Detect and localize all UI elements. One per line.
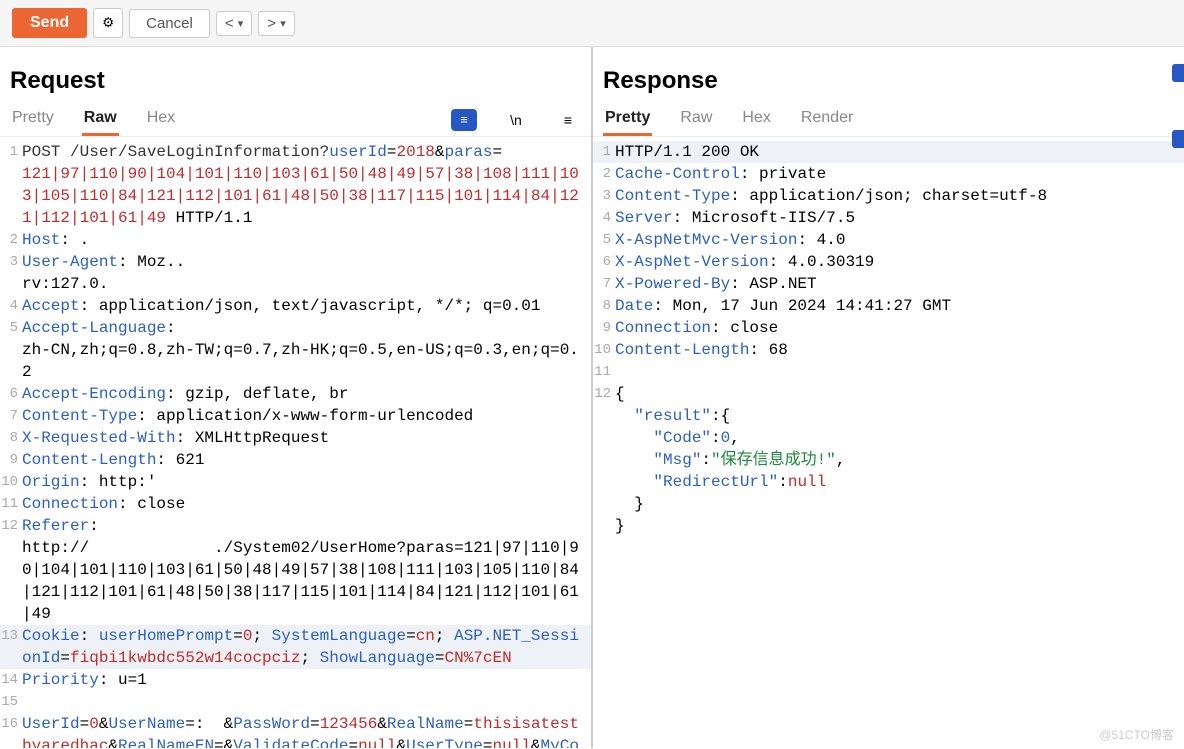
request-tabs: Pretty Raw Hex ≡ \n ≡: [0, 103, 591, 137]
menu-button[interactable]: ≡: [555, 107, 581, 133]
prev-button[interactable]: < ▾: [216, 11, 252, 36]
next-button[interactable]: > ▾: [258, 11, 294, 36]
tab-hex[interactable]: Hex: [145, 103, 177, 136]
tab-resp-hex[interactable]: Hex: [740, 103, 772, 136]
wrap-icon: ≡: [451, 109, 477, 131]
response-tabs: Pretty Raw Hex Render: [593, 103, 1184, 137]
request-code[interactable]: 1POST /User/SaveLoginInformation?userId=…: [0, 137, 591, 748]
settings-button[interactable]: ⚙: [93, 8, 123, 38]
send-button[interactable]: Send: [12, 8, 87, 38]
request-title: Request: [0, 47, 591, 103]
newline-toggle[interactable]: \n: [503, 107, 529, 133]
response-title: Response: [593, 47, 1184, 103]
tab-resp-render[interactable]: Render: [799, 103, 855, 136]
tab-resp-pretty[interactable]: Pretty: [603, 103, 652, 136]
response-panel: Response Pretty Raw Hex Render 1HTTP/1.1…: [593, 47, 1184, 748]
watermark: @51CTO博客: [1099, 726, 1174, 743]
request-panel: Request Pretty Raw Hex ≡ \n ≡ 1POST /Use…: [0, 47, 593, 748]
tab-raw[interactable]: Raw: [82, 103, 119, 136]
wrap-toggle[interactable]: ≡: [451, 107, 477, 133]
cancel-button[interactable]: Cancel: [129, 9, 210, 38]
tab-pretty[interactable]: Pretty: [10, 103, 56, 136]
gear-icon: ⚙: [102, 15, 114, 31]
response-code[interactable]: 1HTTP/1.1 200 OK 2Cache-Control: private…: [593, 137, 1184, 748]
tab-resp-raw[interactable]: Raw: [678, 103, 714, 136]
toolbar: Send ⚙ Cancel < ▾ > ▾: [0, 0, 1184, 47]
side-badge-icon[interactable]: [1172, 64, 1184, 82]
hamburger-icon: ≡: [564, 112, 572, 128]
side-badge2-icon[interactable]: [1172, 130, 1184, 148]
